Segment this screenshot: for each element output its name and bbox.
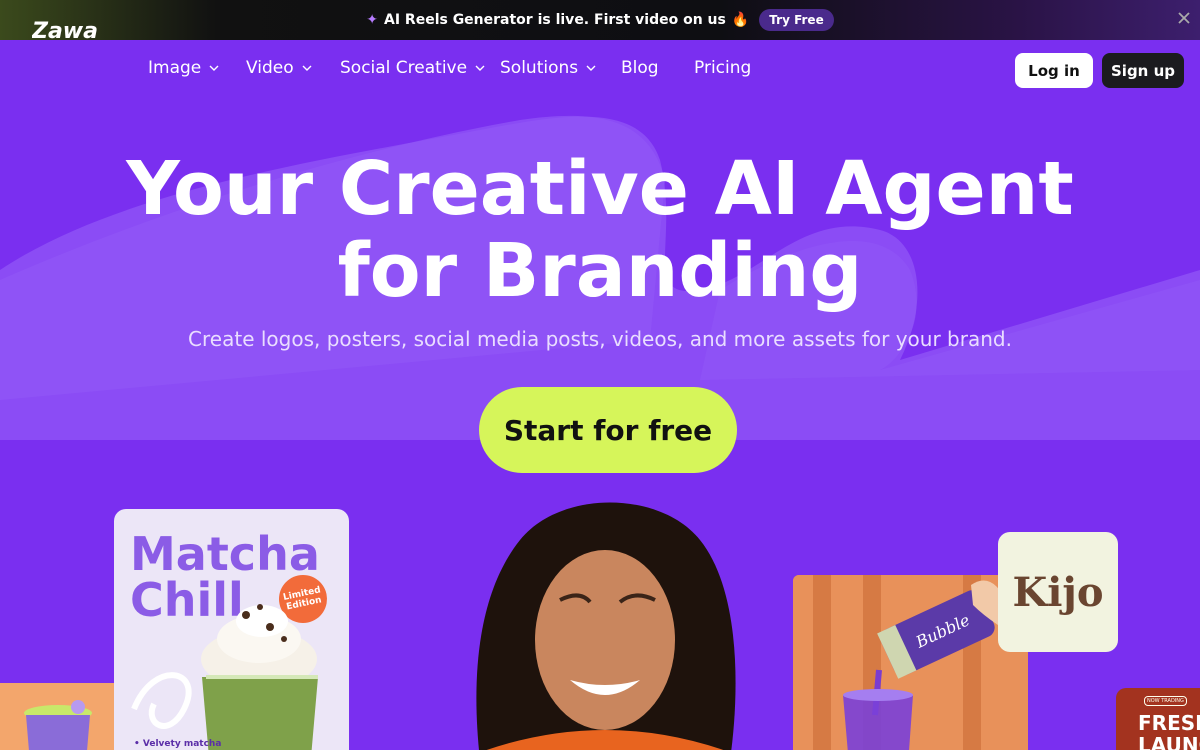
nav-item-label: Pricing xyxy=(694,58,752,78)
logo-text: Zawa xyxy=(32,19,98,44)
hero-subheadline: Create logos, posters, social media post… xyxy=(188,327,1012,351)
nav-item-label: Solutions xyxy=(500,58,579,78)
chevron-down-icon xyxy=(302,65,312,71)
try-free-button[interactable]: Try Free xyxy=(759,9,834,31)
hero-headline-line1: Your Creative AI Agent xyxy=(126,146,1074,232)
matcha-footer-text: • Velvety matcha xyxy=(134,739,222,749)
nav-item-label: Image xyxy=(148,58,202,78)
fresh-launch-text: FRESH LAUNCH xyxy=(1138,712,1200,750)
nav-item-blog[interactable]: Blog xyxy=(621,58,659,78)
chevron-down-icon xyxy=(209,65,219,71)
bubble-drink-card: Bubble xyxy=(793,575,1028,750)
matcha-chill-card: Matcha Chill Limited Edition • Velvety m… xyxy=(114,509,349,750)
announcement-bar: ✦ AI Reels Generator is live. First vide… xyxy=(0,0,1200,40)
woman-portrait-image xyxy=(476,502,736,750)
nav-item-label: Blog xyxy=(621,58,659,78)
fresh-launch-card: NOW TRADING FRESH LAUNCH xyxy=(1116,688,1200,750)
fresh-line1: FRESH xyxy=(1138,711,1200,735)
kijo-logo-card: Kijo xyxy=(998,532,1118,652)
nav-item-video[interactable]: Video xyxy=(246,58,312,78)
close-icon[interactable] xyxy=(1176,10,1192,26)
nav-item-label: Video xyxy=(246,58,294,78)
kijo-logo-text: Kijo xyxy=(1012,568,1104,616)
nav-item-social-creative[interactable]: Social Creative xyxy=(340,58,485,78)
matcha-drink-image xyxy=(131,604,318,750)
zawa-logo[interactable]: Zawa xyxy=(32,16,106,44)
fresh-line2: LAUNCH xyxy=(1138,733,1200,750)
sparkle-icon: ✦ xyxy=(366,12,378,28)
fresh-small-label: NOW TRADING xyxy=(1144,696,1187,706)
taro-drink-card xyxy=(0,683,114,750)
login-button[interactable]: Log in xyxy=(1015,53,1093,88)
chevron-down-icon xyxy=(475,65,485,71)
chevron-down-icon xyxy=(586,65,596,71)
hero-headline-line2: for Branding xyxy=(337,228,863,314)
announcement-text: AI Reels Generator is live. First video … xyxy=(384,12,726,28)
nav-item-label: Social Creative xyxy=(340,58,468,78)
bubble-can-image: Bubble xyxy=(793,575,1028,750)
nav-item-image[interactable]: Image xyxy=(148,58,219,78)
nav-item-pricing[interactable]: Pricing xyxy=(694,58,751,78)
taro-drink-image xyxy=(24,700,92,750)
start-for-free-button[interactable]: Start for free xyxy=(479,387,737,473)
signup-button[interactable]: Sign up xyxy=(1102,53,1184,88)
fire-icon: 🔥 xyxy=(731,12,750,28)
nav-item-solutions[interactable]: Solutions xyxy=(500,58,596,78)
